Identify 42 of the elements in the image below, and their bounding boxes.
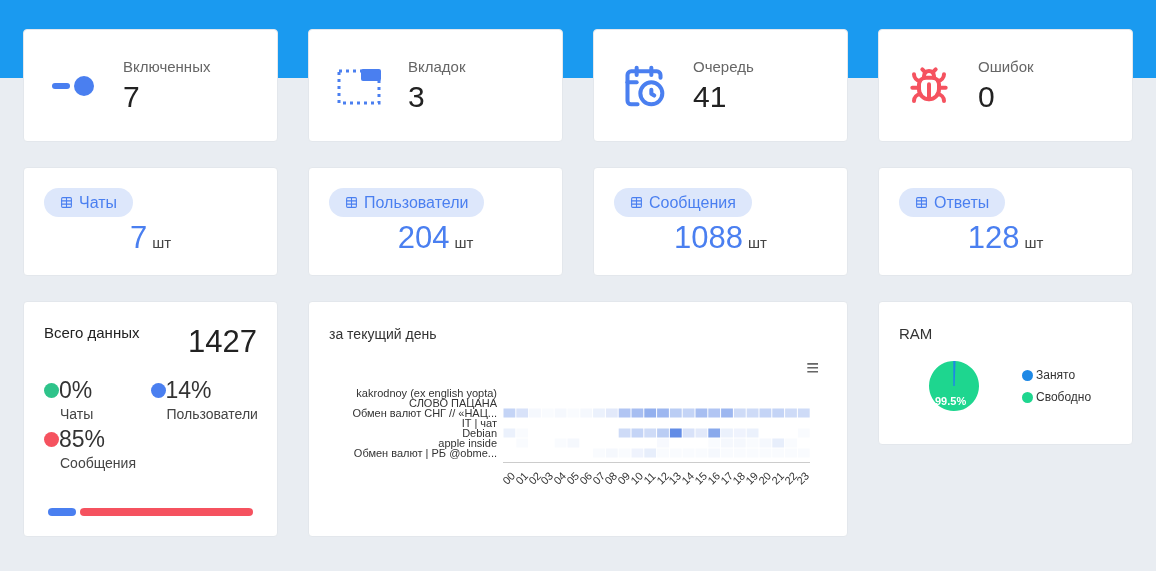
counter-value: 41 (693, 78, 728, 115)
counter-label: Ошибок (978, 57, 1034, 78)
total-value: 128 (967, 219, 1020, 257)
share-percent: 14% (165, 376, 212, 404)
unit-label: шт (454, 233, 474, 253)
row-label: Обмен валют | РБ @obme... (353, 448, 497, 458)
total-count: 1427 (188, 324, 257, 360)
share-label: Сообщения (60, 454, 137, 473)
card-title: RAM (899, 325, 933, 342)
share-label: Пользователи (166, 405, 257, 424)
row-label: kakrodnoy (ex english yopta) (356, 388, 497, 398)
menu-icon[interactable]: ≡ (806, 357, 819, 379)
counter-label: Вкладок (408, 57, 466, 78)
counter-value: 0 (978, 78, 996, 115)
counter-value: 7 (123, 78, 141, 115)
pie-label: 99.5% (935, 395, 967, 407)
share-label: Чаты (60, 405, 95, 424)
unit-label: шт (1024, 233, 1044, 253)
row-label: СЛОВО ПАЦАНА (409, 398, 497, 408)
category-tag: Сообщения (614, 188, 752, 217)
unit-label: шт (152, 233, 172, 253)
category-tag: Ответы (899, 188, 1006, 217)
legend-label: Свободно (1036, 389, 1092, 406)
share-percent: 85% (59, 425, 106, 453)
card-title: за текущий день (329, 326, 437, 342)
total-value: 7 (129, 219, 148, 257)
row-label: Debian (462, 428, 497, 438)
category-tag: Чаты (44, 188, 134, 217)
category-tag: Пользователи (329, 188, 485, 217)
card-title: Всего данных (44, 323, 140, 343)
unit-label: шт (748, 233, 767, 253)
hour-label: 23 (795, 470, 812, 487)
counter-label: Очередь (693, 57, 754, 78)
total-value: 1088 (674, 219, 744, 257)
legend-label: Занято (1036, 367, 1076, 384)
counter-value: 3 (408, 78, 426, 115)
counter-label: Включенных (123, 57, 211, 78)
row-label: apple inside (438, 438, 497, 448)
share-percent: 0% (59, 376, 93, 404)
row-label: Обмен валют СНГ // «НАЦ... (352, 408, 497, 418)
total-value: 204 (397, 219, 450, 257)
row-label: IT | чат (461, 418, 497, 428)
